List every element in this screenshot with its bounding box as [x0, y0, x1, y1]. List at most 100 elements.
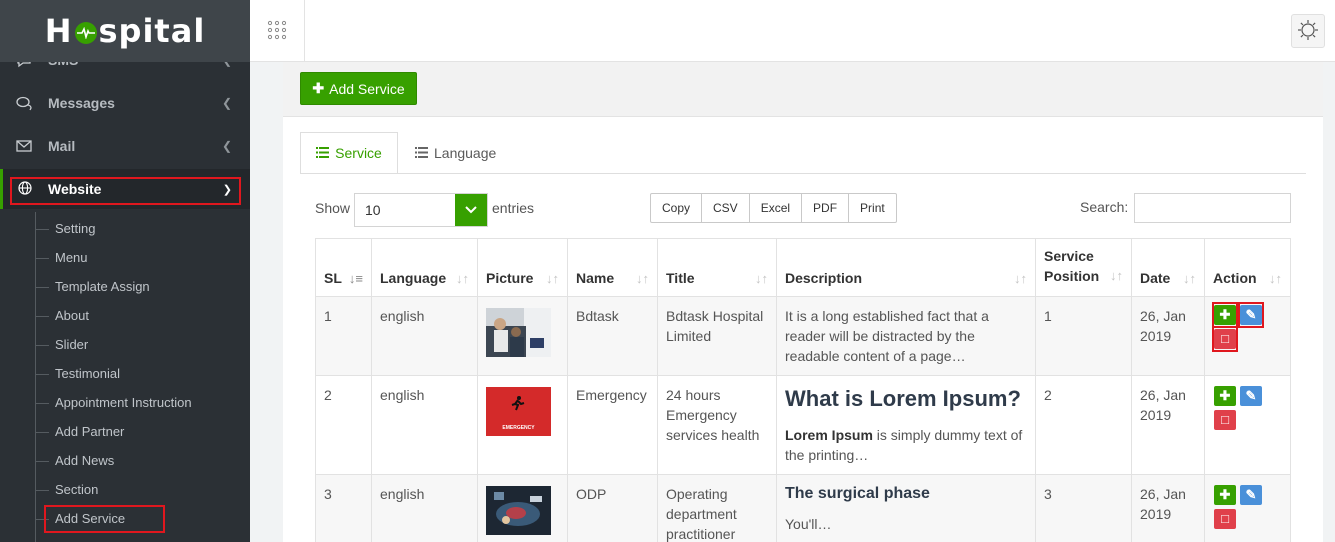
col-header-language[interactable]: Language ↓↑: [371, 238, 478, 297]
sort-icon: ↓↑: [1183, 271, 1196, 286]
page-length-value: 10: [365, 202, 381, 218]
print-button[interactable]: Print: [849, 194, 896, 222]
edit-button[interactable]: ✎: [1240, 485, 1262, 505]
col-header-name[interactable]: Name ↓↑: [567, 238, 658, 297]
brand-logo[interactable]: H spital: [0, 0, 250, 62]
add-service-button[interactable]: ✚ Add Service: [300, 72, 417, 105]
panel-header: ✚ Add Service: [283, 62, 1323, 117]
chevron-left-icon: ❮: [221, 139, 232, 153]
brand-text-right: spital: [98, 12, 206, 50]
col-header-sl[interactable]: SL ↓≡: [315, 238, 372, 297]
submenu-item-about[interactable]: About: [35, 308, 89, 323]
plus-icon: ✚: [1219, 307, 1231, 322]
submenu-item-slider[interactable]: Slider: [34, 337, 88, 352]
tab-service[interactable]: Service: [300, 132, 398, 174]
table-row: 2 english EMERGENCY Emergency 24 hours E…: [315, 375, 1291, 475]
add-service-label: Add Service: [329, 80, 405, 97]
trash-icon: □: [1221, 412, 1229, 427]
sort-icon: ↓↑: [636, 271, 649, 286]
plus-icon: ✚: [1219, 388, 1231, 403]
cell-sl: 3: [315, 474, 372, 542]
sidebar-item-messages[interactable]: Messages ❮: [0, 83, 250, 123]
apps-grid-icon: [266, 20, 288, 43]
cell-name: Emergency: [567, 375, 658, 475]
edit-button[interactable]: ✎: [1240, 305, 1262, 325]
tab-label: Service: [335, 145, 382, 161]
edit-button[interactable]: ✎: [1240, 386, 1262, 406]
trash-icon: □: [1221, 331, 1229, 346]
submenu-item-add-partner[interactable]: Add Partner: [34, 424, 124, 439]
submenu-connector: [35, 212, 36, 542]
edit-icon: ✎: [1245, 307, 1257, 322]
brand-text-left: H: [44, 12, 73, 50]
submenu-item-template-assign[interactable]: Template Assign: [35, 279, 150, 294]
table-header-row: SL ↓≡ Language ↓↑ Picture ↓↑ Name ↓↑ Title ↓↑…: [315, 238, 1291, 297]
service-image: [486, 486, 551, 535]
submenu-item-setting[interactable]: Setting: [34, 221, 95, 236]
plus-icon: ✚: [312, 80, 325, 96]
cell-action: ✚ ✎ □: [1204, 375, 1291, 475]
sort-icon: ↓↑: [1014, 271, 1027, 286]
cell-date: 26, Jan 2019: [1131, 375, 1205, 475]
top-bar: [250, 0, 1335, 62]
search-input[interactable]: [1134, 193, 1291, 223]
submenu-item-appointment-instruction[interactable]: Appointment Instruction: [35, 395, 192, 410]
submenu-item-add-news[interactable]: Add News: [34, 453, 114, 468]
sidebar: H spital SMS ❮ Messages ❮ Mail ❮ Website: [0, 0, 250, 542]
runner-icon: [510, 395, 526, 411]
envelope-icon: [15, 137, 33, 155]
tab-language[interactable]: Language: [415, 132, 496, 174]
add-language-button[interactable]: ✚: [1214, 305, 1236, 325]
copy-button[interactable]: Copy: [651, 194, 703, 222]
content-panel: ✚ Add Service Service Language Show 10 e…: [283, 62, 1323, 542]
sort-icon: ↓↑: [1110, 268, 1123, 283]
pdf-button[interactable]: PDF: [802, 194, 850, 222]
trash-icon: □: [1221, 511, 1229, 526]
cell-position: 3: [1035, 474, 1132, 542]
description-bold: Lorem Ipsum: [785, 427, 873, 443]
submenu-item-testimonial[interactable]: Testimonial: [34, 366, 120, 381]
cell-date: 26, Jan 2019: [1131, 474, 1205, 542]
cell-picture: EMERGENCY: [477, 375, 568, 475]
submenu-item-section[interactable]: Section: [34, 482, 98, 497]
col-header-action[interactable]: Action ↓↑: [1204, 238, 1291, 297]
sidebar-item-mail[interactable]: Mail ❮: [0, 126, 250, 166]
edit-icon: ✎: [1245, 388, 1257, 403]
sort-icon: ↓↑: [1269, 271, 1282, 286]
cell-picture: [477, 296, 568, 376]
delete-button[interactable]: □: [1214, 509, 1236, 529]
add-language-button[interactable]: ✚: [1214, 386, 1236, 406]
col-header-service-position[interactable]: Service Position ↓↑: [1035, 238, 1132, 297]
chevron-down-icon: [455, 194, 487, 226]
list-icon: [316, 145, 330, 161]
settings-button[interactable]: [1291, 14, 1325, 48]
cell-description: What is Lorem Ipsum? Lorem Ipsum is simp…: [776, 375, 1036, 475]
cell-sl: 2: [315, 375, 372, 475]
cell-language: english: [371, 296, 478, 376]
show-label: Show: [315, 200, 351, 216]
col-header-title[interactable]: Title ↓↑: [657, 238, 777, 297]
add-language-button[interactable]: ✚: [1214, 485, 1236, 505]
submenu-item-menu[interactable]: Menu: [35, 250, 88, 265]
highlight-box-website: [10, 177, 241, 205]
col-header-date[interactable]: Date ↓↑: [1131, 238, 1205, 297]
page-length-select[interactable]: 10: [354, 193, 488, 227]
cell-position: 1: [1035, 296, 1132, 376]
delete-button[interactable]: □: [1214, 410, 1236, 430]
cell-action: ✚ ✎ □: [1204, 474, 1291, 542]
excel-button[interactable]: Excel: [750, 194, 803, 222]
sort-asc-icon: ↓≡: [348, 271, 363, 286]
cell-title: 24 hours Emergency services health: [657, 375, 777, 475]
sort-icon: ↓↑: [456, 271, 469, 286]
cell-action: ✚ ✎ □: [1204, 296, 1291, 376]
sort-icon: ↓↑: [755, 271, 768, 286]
search-label: Search:: [1080, 199, 1129, 215]
apps-grid-button[interactable]: [250, 0, 305, 62]
csv-button[interactable]: CSV: [702, 194, 750, 222]
service-image: [486, 308, 551, 357]
export-buttons: Copy CSV Excel PDF Print: [650, 193, 897, 223]
col-header-description[interactable]: Description ↓↑: [776, 238, 1036, 297]
delete-button[interactable]: □: [1214, 329, 1236, 349]
image-caption: EMERGENCY: [502, 425, 535, 431]
col-header-picture[interactable]: Picture ↓↑: [477, 238, 568, 297]
